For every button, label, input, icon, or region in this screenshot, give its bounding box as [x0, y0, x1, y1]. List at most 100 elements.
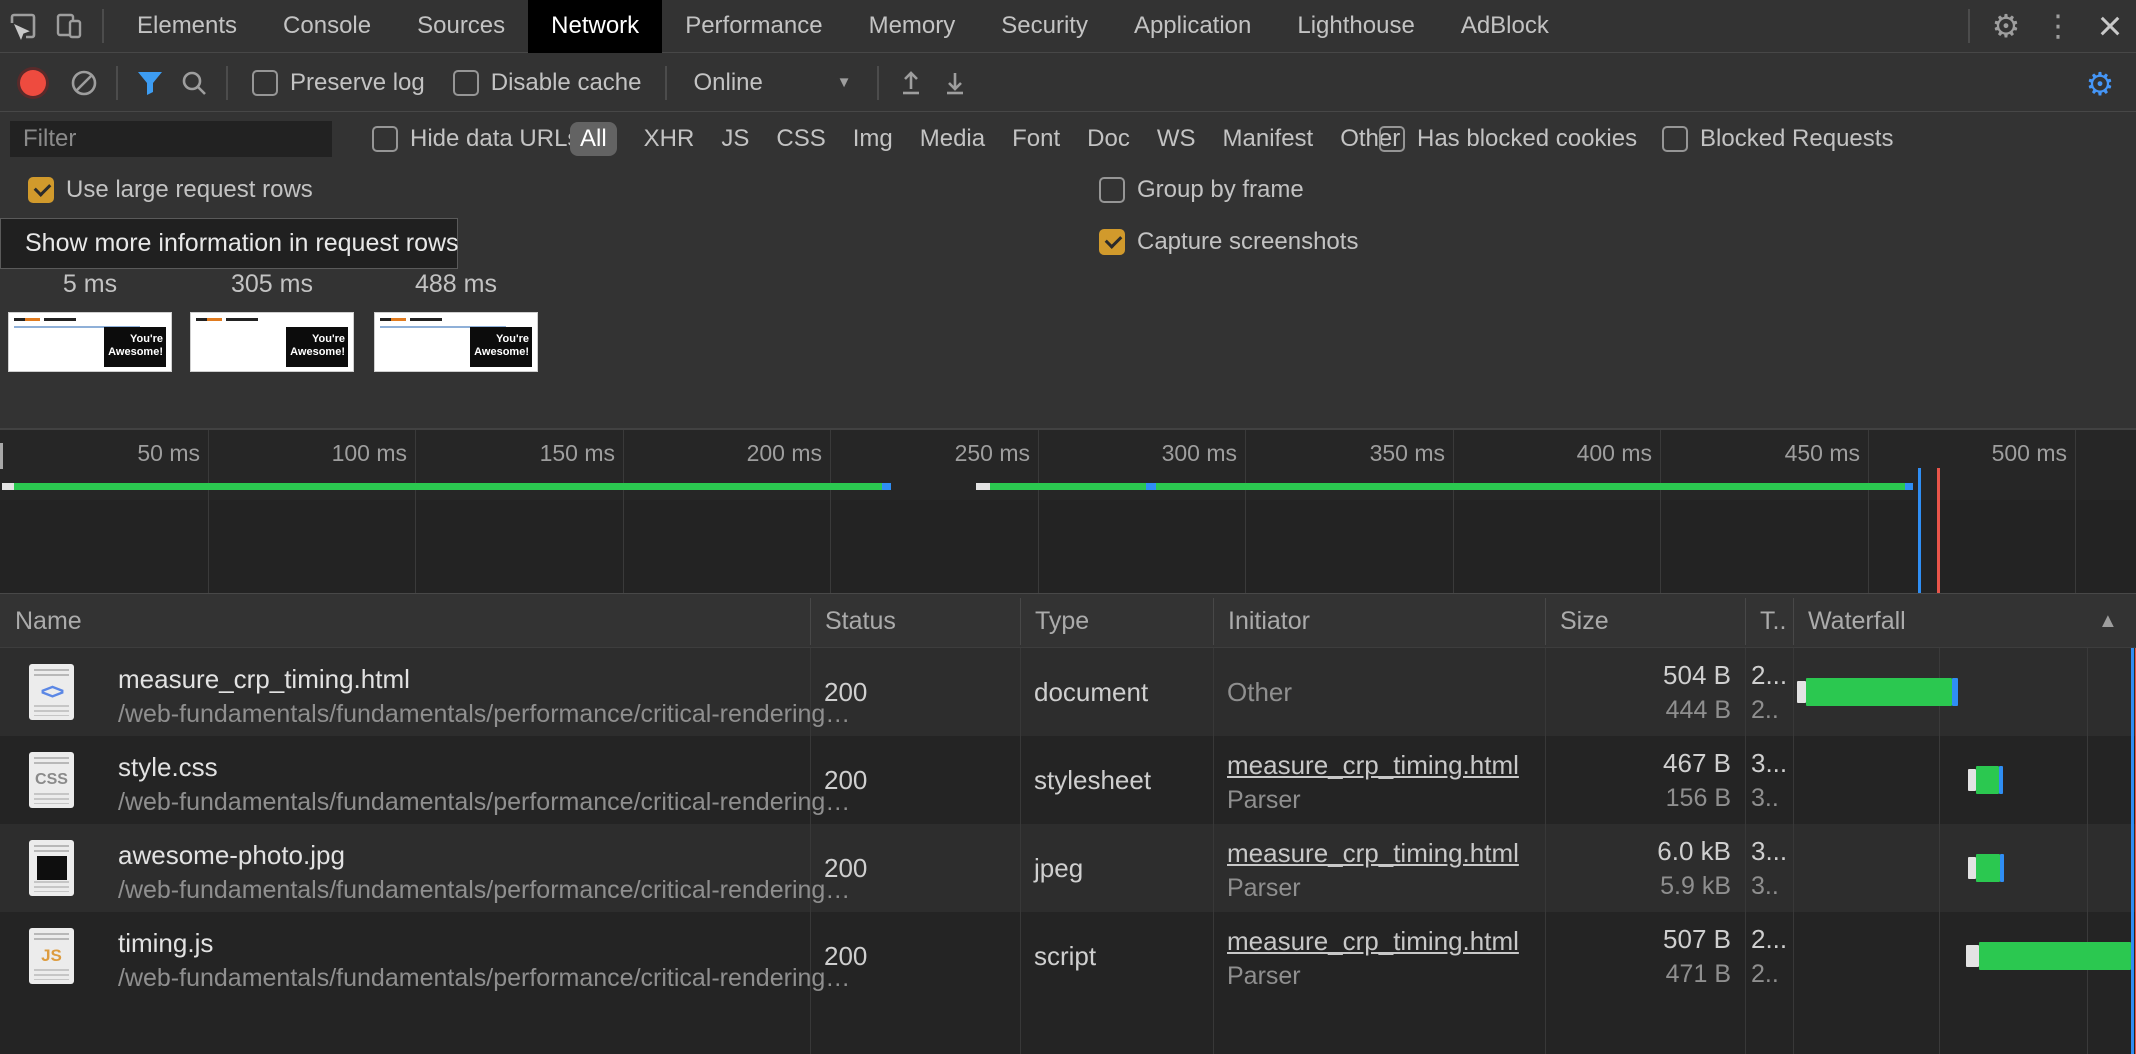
thumb-awesome-badge: You'reAwesome!: [286, 327, 348, 367]
screenshot-thumbnail[interactable]: You'reAwesome!: [191, 313, 353, 371]
column-divider[interactable]: [1745, 598, 1746, 645]
use-large-request-rows-checkbox-row[interactable]: Use large request rows: [28, 165, 313, 215]
filter-type-img[interactable]: Img: [853, 125, 893, 153]
use-large-request-rows-checkbox[interactable]: [28, 177, 54, 203]
hide-data-urls-checkbox[interactable]: [372, 126, 398, 152]
network-overview-timeline[interactable]: 50 ms100 ms150 ms200 ms250 ms300 ms350 m…: [0, 430, 2136, 593]
throttling-dropdown[interactable]: Online ▼: [693, 69, 851, 97]
capture-screenshots-checkbox[interactable]: [1099, 229, 1125, 255]
waterfall-bar-content: [1976, 854, 2000, 882]
sort-ascending-icon[interactable]: ▲: [2098, 594, 2118, 649]
has-blocked-cookies-checkbox[interactable]: [1379, 126, 1405, 152]
network-settings-gear-icon[interactable]: ⚙: [2078, 64, 2122, 104]
hide-data-urls-checkbox-row[interactable]: Hide data URLs: [372, 113, 579, 165]
column-header-time[interactable]: T..: [1745, 594, 1786, 649]
request-name: timing.js: [118, 928, 213, 959]
blocked-requests-label[interactable]: Blocked Requests: [1700, 125, 1893, 153]
filter-type-media[interactable]: Media: [920, 125, 985, 153]
screenshot-thumbnail[interactable]: You'reAwesome!: [375, 313, 537, 371]
preserve-log-label[interactable]: Preserve log: [290, 69, 425, 97]
tab-elements[interactable]: Elements: [114, 0, 260, 53]
filter-type-js[interactable]: JS: [721, 125, 749, 153]
column-header-size[interactable]: Size: [1545, 594, 1609, 649]
filter-type-css[interactable]: CSS: [776, 125, 825, 153]
tab-memory[interactable]: Memory: [846, 0, 979, 53]
tab-adblock[interactable]: AdBlock: [1438, 0, 1572, 53]
filter-type-ws[interactable]: WS: [1157, 125, 1196, 153]
inspect-icon[interactable]: [0, 4, 46, 48]
column-header-name[interactable]: Name: [0, 594, 82, 649]
initiator-sub: Parser: [1227, 874, 1301, 903]
group-by-frame-checkbox-row[interactable]: Group by frame: [1099, 165, 1304, 215]
tab-performance[interactable]: Performance: [662, 0, 845, 53]
tab-application[interactable]: Application: [1111, 0, 1274, 53]
tab-sources[interactable]: Sources: [394, 0, 528, 53]
timeline-gridline: [830, 430, 831, 593]
hide-data-urls-label[interactable]: Hide data URLs: [410, 125, 579, 153]
search-icon[interactable]: [172, 63, 216, 103]
column-divider[interactable]: [1793, 598, 1794, 645]
table-row[interactable]: CSS style.css /web-fundamentals/fundamen…: [0, 736, 2136, 824]
column-header-waterfall[interactable]: Waterfall: [1793, 594, 1906, 649]
tab-lighthouse[interactable]: Lighthouse: [1274, 0, 1437, 53]
column-header-type[interactable]: Type: [1020, 594, 1089, 649]
overview-request-bar-waiting: [2, 483, 14, 490]
timeline-gridline: [1245, 430, 1246, 593]
export-har-icon[interactable]: [933, 63, 977, 103]
tab-security[interactable]: Security: [978, 0, 1111, 53]
tab-console[interactable]: Console: [260, 0, 394, 53]
table-row[interactable]: awesome-photo.jpg /web-fundamentals/fund…: [0, 824, 2136, 912]
stylesheet-file-icon: CSS: [29, 752, 74, 808]
load-event-marker: [1937, 468, 1940, 593]
more-menu-icon[interactable]: ⋮: [2032, 4, 2084, 48]
filter-type-doc[interactable]: Doc: [1087, 125, 1130, 153]
table-row[interactable]: JS timing.js /web-fundamentals/fundament…: [0, 912, 2136, 1000]
column-divider[interactable]: [810, 598, 811, 645]
use-large-request-rows-label[interactable]: Use large request rows: [66, 176, 313, 204]
disable-cache-checkbox-row[interactable]: Disable cache: [453, 69, 642, 97]
preserve-log-checkbox-row[interactable]: Preserve log: [252, 69, 425, 97]
screenshot-frame[interactable]: 305 msYou'reAwesome!: [191, 268, 353, 378]
initiator-link[interactable]: measure_crp_timing.html: [1227, 750, 1519, 781]
filter-funnel-icon[interactable]: [128, 63, 172, 103]
screenshot-frame[interactable]: 488 msYou'reAwesome!: [375, 268, 537, 378]
column-divider[interactable]: [1545, 598, 1546, 645]
close-icon[interactable]: ×: [2084, 4, 2136, 48]
blocked-requests-checkbox-row[interactable]: Blocked Requests: [1662, 113, 1893, 165]
device-toolbar-icon[interactable]: [46, 4, 92, 48]
group-by-frame-label[interactable]: Group by frame: [1137, 176, 1304, 204]
clear-icon[interactable]: [62, 63, 106, 103]
filter-type-all[interactable]: All: [570, 122, 617, 156]
preserve-log-checkbox[interactable]: [252, 70, 278, 96]
filter-input[interactable]: [10, 121, 332, 157]
filter-type-font[interactable]: Font: [1012, 125, 1060, 153]
filter-type-manifest[interactable]: Manifest: [1223, 125, 1314, 153]
column-divider[interactable]: [1020, 598, 1021, 645]
screenshot-thumbnail[interactable]: You'reAwesome!: [9, 313, 171, 371]
column-divider: [1793, 648, 1794, 1054]
capture-screenshots-label[interactable]: Capture screenshots: [1137, 228, 1358, 256]
blocked-requests-checkbox[interactable]: [1662, 126, 1688, 152]
size-sub-value: 5.9 kB: [1545, 872, 1731, 901]
screenshot-frame[interactable]: 5 msYou'reAwesome!: [9, 268, 171, 378]
column-divider: [1545, 648, 1546, 1054]
timeline-gridline: [623, 430, 624, 593]
column-divider: [1020, 648, 1021, 1054]
disable-cache-label[interactable]: Disable cache: [491, 69, 642, 97]
disable-cache-checkbox[interactable]: [453, 70, 479, 96]
group-by-frame-checkbox[interactable]: [1099, 177, 1125, 203]
column-header-status[interactable]: Status: [810, 594, 896, 649]
column-header-initiator[interactable]: Initiator: [1213, 594, 1310, 649]
initiator-link[interactable]: measure_crp_timing.html: [1227, 926, 1519, 957]
settings-gear-icon[interactable]: ⚙: [1980, 4, 2032, 48]
initiator-link[interactable]: measure_crp_timing.html: [1227, 838, 1519, 869]
filter-type-xhr[interactable]: XHR: [644, 125, 695, 153]
import-har-icon[interactable]: [889, 63, 933, 103]
has-blocked-cookies-checkbox-row[interactable]: Has blocked cookies: [1379, 113, 1637, 165]
capture-screenshots-checkbox-row[interactable]: Capture screenshots: [1099, 217, 1358, 267]
column-divider[interactable]: [1213, 598, 1214, 645]
thumb-awesome-badge: You'reAwesome!: [470, 327, 532, 367]
tab-network[interactable]: Network: [528, 0, 662, 53]
has-blocked-cookies-label[interactable]: Has blocked cookies: [1417, 125, 1637, 153]
record-button[interactable]: [20, 70, 46, 96]
